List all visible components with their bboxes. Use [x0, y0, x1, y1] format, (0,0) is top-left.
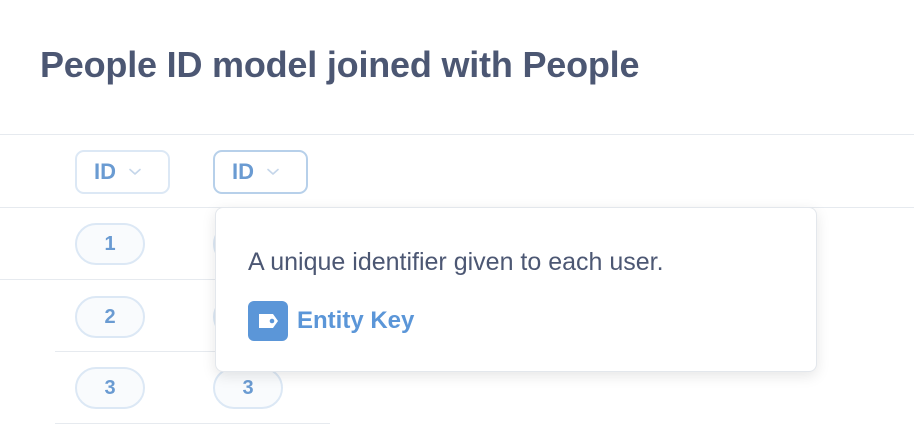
column-header-id-joined[interactable]: ID [213, 150, 308, 194]
entity-key-icon [248, 301, 288, 341]
chevron-down-icon [266, 165, 280, 179]
column-header-label: ID [94, 159, 116, 184]
column-description: A unique identifier given to each user. [248, 248, 664, 276]
page-title: People ID model joined with People [40, 44, 640, 85]
column-header-id[interactable]: ID [75, 150, 170, 194]
table-cell-id-joined[interactable]: 3 [213, 367, 283, 409]
column-header-label: ID [232, 159, 254, 184]
table-cell-id[interactable]: 1 [75, 223, 145, 265]
column-info-popover: A unique identifier given to each user. … [215, 207, 817, 372]
table-cell-id[interactable]: 3 [75, 367, 145, 409]
semantic-type-row: Entity Key [248, 301, 414, 341]
chevron-down-icon [128, 165, 142, 179]
divider [0, 134, 914, 135]
semantic-type-label: Entity Key [297, 307, 415, 334]
page: People ID model joined with People ID ID… [0, 0, 914, 428]
table-cell-id[interactable]: 2 [75, 296, 145, 338]
row-divider [55, 423, 330, 424]
